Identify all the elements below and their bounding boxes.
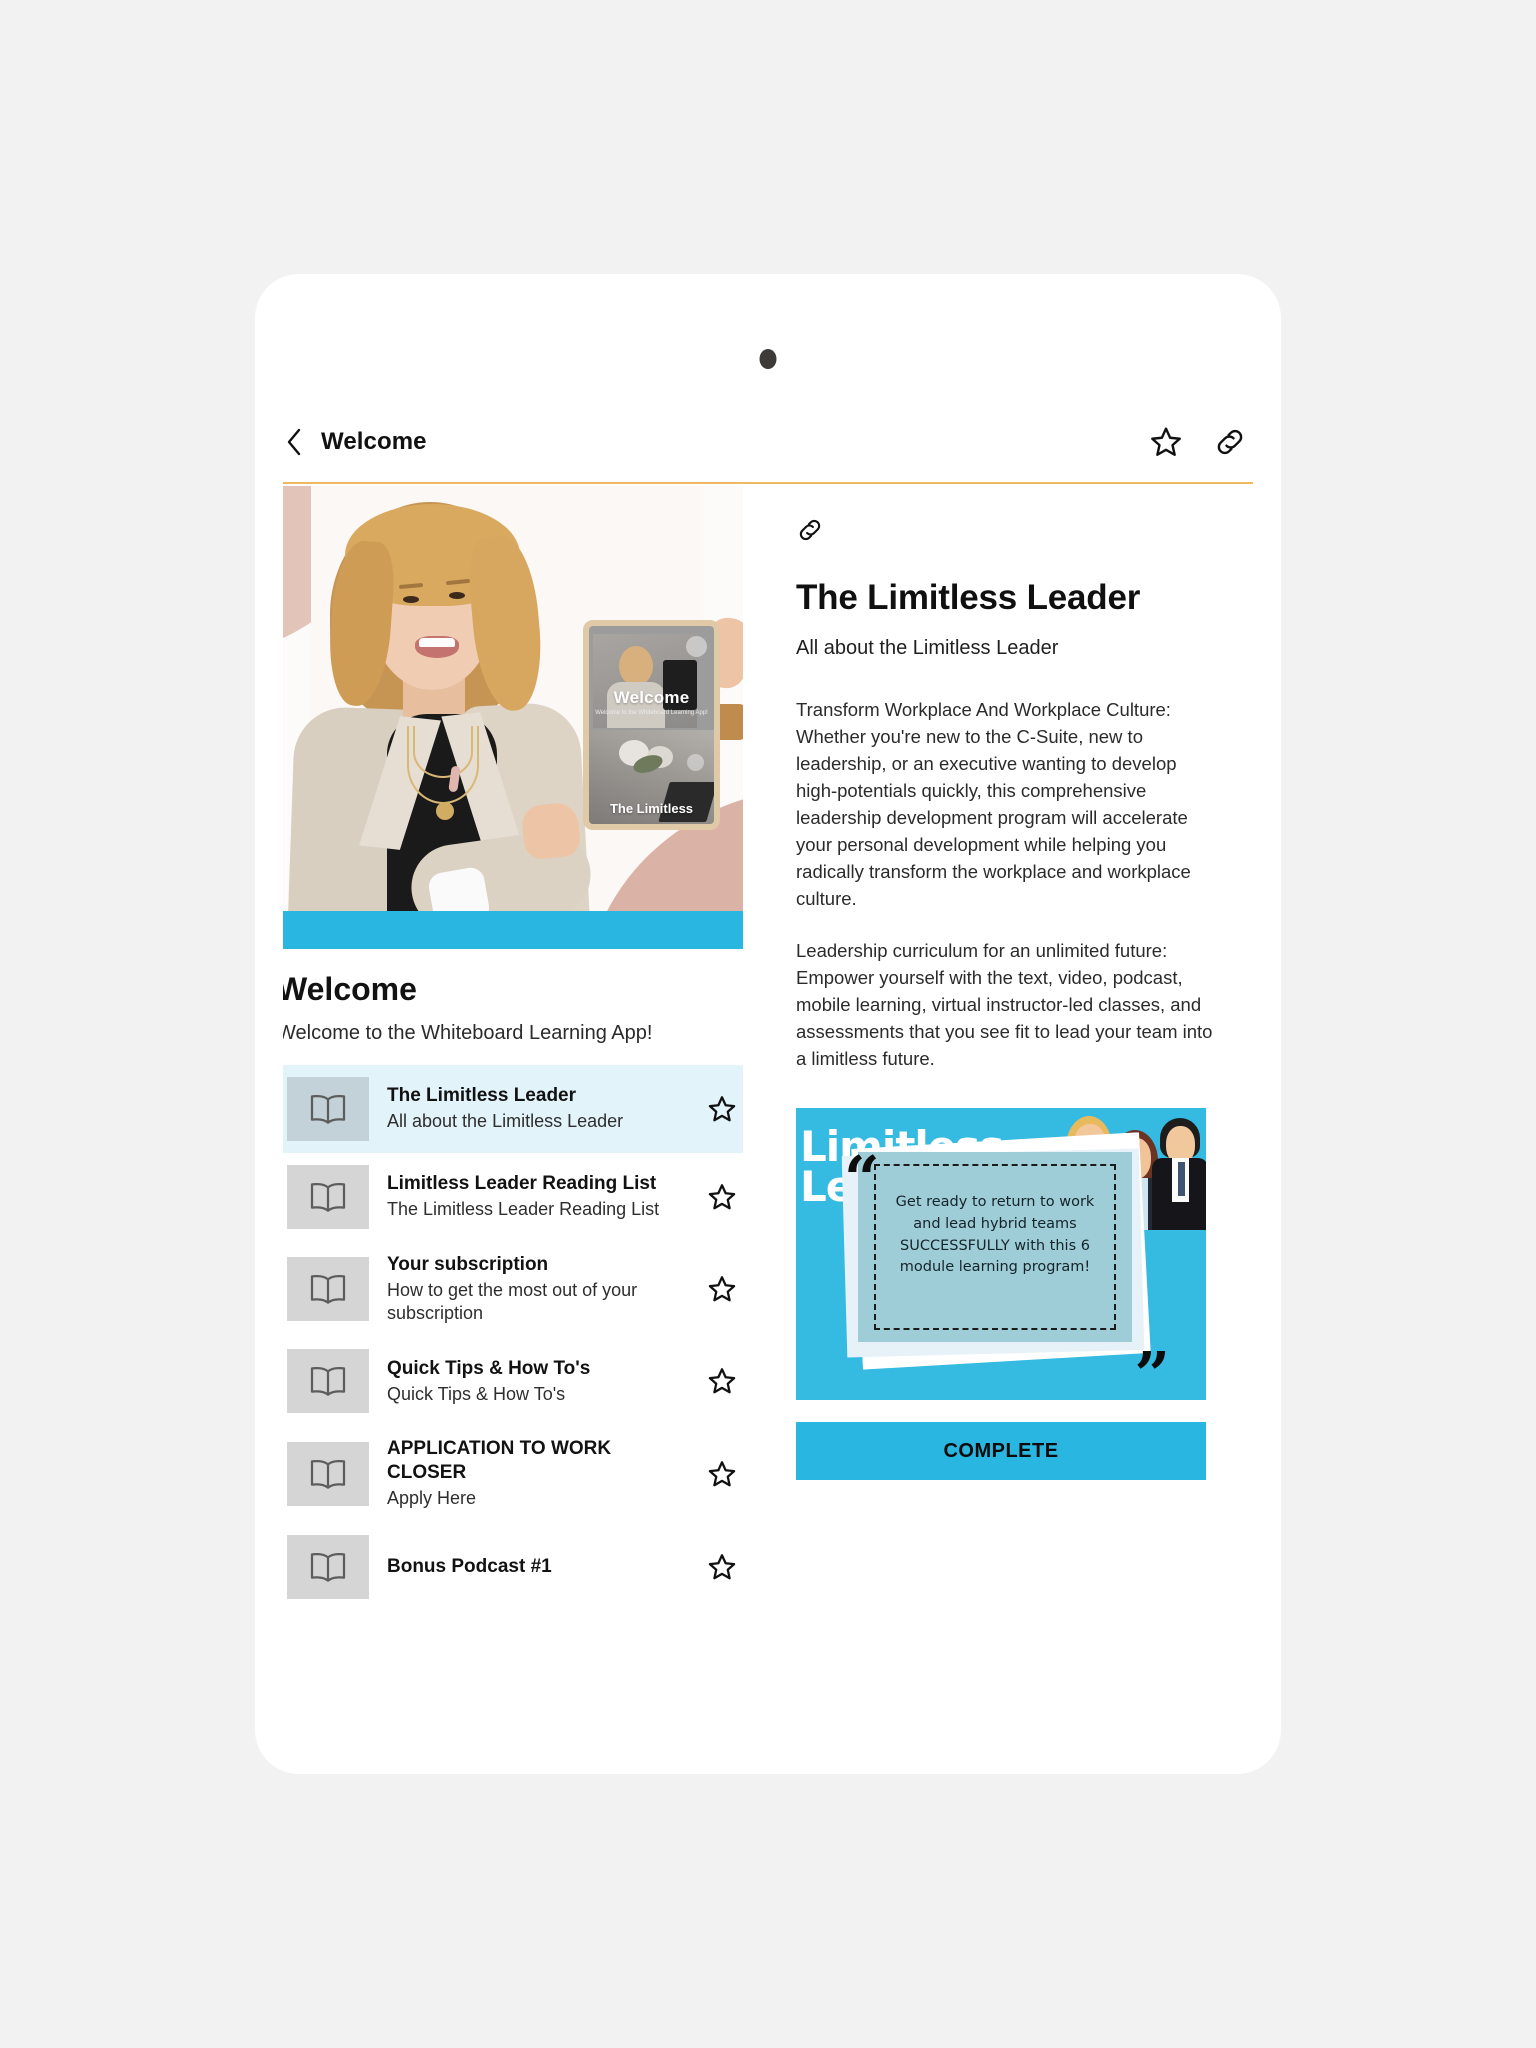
lesson-text-group: Your subscription How to get the most out…: [387, 1253, 689, 1326]
star-outline-icon[interactable]: [1149, 425, 1183, 459]
presenter-eye-left: [403, 596, 419, 603]
lesson-description: Quick Tips & How To's: [387, 1383, 566, 1404]
welcome-subheading: Welcome to the Whiteboard Learning App!: [283, 1021, 653, 1044]
lesson-list: The Limitless Leader All about the Limitl…: [283, 1064, 743, 1611]
quote-close-icon: ”: [1134, 1338, 1170, 1401]
lesson-row[interactable]: Limitless Leader Reading List The Limitle…: [283, 1153, 743, 1241]
lesson-row[interactable]: Quick Tips & How To's Quick Tips & How To…: [283, 1337, 743, 1425]
content-body: Welcome Welcome to the Whiteboard Learni…: [283, 486, 1253, 1774]
hero-tablet-figure-head: [619, 646, 653, 686]
welcome-block: Welcome Welcome to the Whiteboard Learni…: [283, 949, 743, 1045]
lesson-title: Your subscription: [387, 1253, 549, 1275]
detail-paragraph-1: Transform Workplace And Workplace Cultur…: [796, 699, 1191, 909]
complete-button[interactable]: COMPLETE: [796, 1422, 1206, 1480]
lesson-description: How to get the most out of your subscrip…: [387, 1279, 638, 1324]
detail-panel: The Limitless Leader All about the Limit…: [743, 486, 1253, 1774]
link-icon[interactable]: [1213, 425, 1247, 459]
lesson-row[interactable]: APPLICATION TO WORK CLOSER Apply Here: [283, 1425, 743, 1522]
star-outline-icon[interactable]: [707, 1274, 737, 1304]
welcome-heading: Welcome: [283, 971, 417, 1007]
presenter-necklace-long: [407, 726, 479, 804]
lesson-text-group: Bonus Podcast #1: [387, 1555, 689, 1579]
promo-quote-text: Get ready to return to work and lead hyb…: [895, 1194, 1095, 1276]
hero-tablet-top-panel: Welcome Welcome to the Whiteboard Learni…: [589, 626, 714, 734]
lesson-title: Bonus Podcast #1: [387, 1555, 552, 1577]
page-title: Welcome: [321, 427, 427, 455]
presenter-pendant-disc: [436, 802, 454, 820]
lesson-description: Apply Here: [387, 1488, 477, 1509]
tablet-device-frame: Welcome Welcome Welcome to the Whiteboar…: [255, 274, 1281, 1774]
left-column: Welcome Welcome to the Whiteboard Learni…: [283, 486, 743, 1774]
device-camera-icon: [759, 349, 777, 369]
lesson-row[interactable]: Your subscription How to get the most out…: [283, 1241, 743, 1338]
promo-banner: Limitless Leadership Get ready to return…: [796, 1108, 1206, 1400]
book-icon: [287, 1534, 369, 1599]
hero-image: Welcome Welcome to the Whiteboard Learni…: [283, 486, 743, 949]
lesson-title: APPLICATION TO WORK CLOSER: [387, 1438, 612, 1484]
promo-quote-card: Get ready to return to work and lead hyb…: [858, 1152, 1132, 1342]
star-outline-icon[interactable]: [707, 1182, 737, 1212]
page-background: Welcome Welcome Welcome to the Whiteboar…: [0, 0, 1536, 2048]
lesson-text-group: APPLICATION TO WORK CLOSER Apply Here: [387, 1437, 689, 1510]
star-outline-icon[interactable]: [707, 1552, 737, 1582]
detail-subtitle: All about the Limitless Leader: [796, 637, 1059, 659]
link-icon[interactable]: [796, 516, 1223, 544]
chevron-left-icon[interactable]: [283, 426, 305, 458]
quote-open-icon: “: [844, 1142, 880, 1215]
presenter-eye-right: [449, 592, 465, 599]
hero-tablet-mockup: Welcome Welcome to the Whiteboard Learni…: [583, 620, 720, 830]
book-icon: [287, 1442, 369, 1507]
presenter-hand: [520, 801, 582, 861]
star-outline-icon[interactable]: [707, 1459, 737, 1489]
lesson-text-group: Quick Tips & How To's Quick Tips & How To…: [387, 1357, 689, 1406]
hero-tablet-badge-2: [687, 754, 704, 771]
star-outline-icon[interactable]: [707, 1094, 737, 1124]
lesson-row[interactable]: The Limitless Leader All about the Limitl…: [283, 1064, 743, 1153]
lesson-title: The Limitless Leader: [387, 1085, 577, 1107]
lesson-title: Quick Tips & How To's: [387, 1357, 591, 1379]
hero-tablet-bottom-panel: The Limitless: [589, 730, 714, 824]
book-icon: [287, 1257, 369, 1322]
presenter-teeth: [419, 638, 455, 647]
detail-paragraph-2: Leadership curriculum for an unlimited f…: [796, 940, 1213, 1069]
detail-title: The Limitless Leader: [796, 578, 1141, 617]
hero-tablet-welcome-label: Welcome: [613, 688, 690, 707]
lesson-text-group: The Limitless Leader All about the Limitl…: [387, 1084, 689, 1133]
hero-tablet-limitless-label: The Limitless: [609, 801, 694, 816]
lesson-description: The Limitless Leader Reading List: [387, 1199, 660, 1220]
lesson-text-group: Limitless Leader Reading List The Limitle…: [387, 1172, 689, 1221]
book-icon: [287, 1349, 369, 1414]
header-left-group: Welcome: [283, 426, 427, 458]
header-actions: [1149, 425, 1253, 459]
book-icon: [287, 1076, 369, 1141]
hero-accent-band: [283, 911, 743, 949]
hero-tablet-sub-label: Welcome to the Whiteboard Learning App!: [595, 710, 708, 716]
lesson-description: All about the Limitless Leader: [387, 1111, 624, 1132]
lesson-row[interactable]: Bonus Podcast #1: [283, 1523, 743, 1611]
book-icon: [287, 1164, 369, 1229]
app-header: Welcome: [283, 401, 1253, 484]
lesson-title: Limitless Leader Reading List: [387, 1173, 657, 1195]
star-outline-icon[interactable]: [707, 1366, 737, 1396]
hero-tablet-badge: [686, 636, 707, 657]
